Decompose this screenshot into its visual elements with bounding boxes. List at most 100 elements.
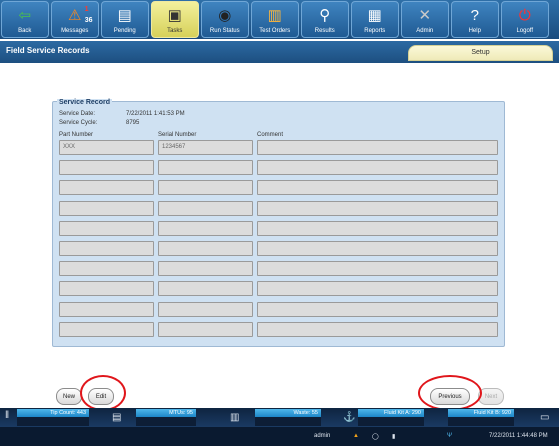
pending-icon: ▤ (117, 6, 132, 24)
toolbar-button-reports[interactable]: ▦ Reports (351, 1, 399, 38)
main-toolbar: ⇦ Back ⚠ Messages 1 36 ▤ Pending ▣ Tasks ◉ Run Stat… (0, 0, 559, 39)
service-date-value: 7/22/2011 1:41:53 PM (126, 111, 185, 117)
toolbar-button-label: Help (468, 28, 481, 34)
toolbar-button-label: Test Orders (259, 28, 291, 34)
clock-datetime: 7/22/2011 1:44:48 PM (489, 433, 548, 439)
comment-cell[interactable] (257, 140, 498, 155)
previous-button[interactable]: Previous (430, 388, 470, 405)
comment-cell[interactable] (257, 180, 498, 196)
app-window: ⇦ Back ⚠ Messages 1 36 ▤ Pending ▣ Tasks ◉ Run Stat… (0, 0, 559, 446)
toolbar-button-tasks[interactable]: ▣ Tasks (151, 1, 199, 38)
service-date-label: Service Date: (59, 111, 96, 117)
part-number-cell[interactable] (59, 321, 154, 337)
fluid-kit-b-gauge: Fluid Kit B: 920 (448, 409, 514, 417)
waste-gauge-base (255, 417, 321, 426)
message-count-badge: 36 (84, 17, 93, 24)
serial-number-cell[interactable] (158, 261, 253, 277)
fluid-kit-a-gauge-base (358, 417, 424, 426)
serial-number-cell[interactable] (158, 200, 253, 216)
power-icon: ⏻ (518, 6, 531, 24)
keyboard-icon[interactable]: ▭ (540, 412, 549, 423)
comment-cell[interactable] (257, 200, 498, 216)
footer-bar: admin ▲ ◯ ▮ Ψ 7/22/2011 1:44:48 PM (0, 427, 559, 446)
toolbar-button-logoff[interactable]: ⏻ Logoff (501, 1, 549, 38)
mtus-gauge: MTUs: 95 (136, 409, 196, 417)
toolbar-button-label: Admin (416, 28, 434, 34)
serial-number-cell[interactable] (158, 180, 253, 196)
toolbar-button-help[interactable]: ? Help (451, 1, 499, 38)
part-number-cell[interactable] (59, 180, 154, 196)
page-title: Field Service Records (6, 46, 90, 55)
part-number-cell[interactable] (59, 200, 154, 216)
serial-number-cell[interactable]: 1234567 (158, 140, 253, 155)
toolbar-button-label: Pending (113, 28, 136, 34)
help-icon: ? (470, 6, 479, 24)
comment-cell[interactable] (257, 301, 498, 317)
new-button[interactable]: New (56, 388, 82, 405)
part-number-cell[interactable] (59, 160, 154, 176)
comment-cell[interactable] (257, 220, 498, 236)
toolbar-button-back[interactable]: ⇦ Back (1, 1, 49, 38)
comment-cell[interactable] (257, 241, 498, 256)
serial-number-cell[interactable] (158, 160, 253, 176)
usb-icon: Ψ (447, 433, 453, 439)
service-record-title: Service Record (57, 99, 112, 106)
username: admin (314, 433, 331, 439)
toolbar-button-label: Reports (364, 28, 386, 34)
fluid-kit-a-gauge: Fluid Kit A: 290 (358, 409, 424, 417)
magnifier-icon: ⚲ (319, 6, 331, 24)
toolbar-button-admin[interactable]: ✕ Admin (401, 1, 449, 38)
column-header-part-number: Part Number (59, 132, 94, 138)
comment-cell[interactable] (257, 160, 498, 176)
trash-icon: ▥ (230, 412, 240, 423)
toolbar-button-label: Back (18, 28, 32, 34)
tab-setup[interactable]: Setup (408, 45, 553, 61)
serial-number-cell[interactable] (158, 281, 253, 297)
toolbar-button-pending[interactable]: ▤ Pending (101, 1, 149, 38)
alert-badge: 1 (84, 6, 89, 13)
column-header-serial-number: Serial Number (158, 132, 197, 138)
toolbar-button-test-orders[interactable]: ▥ Test Orders (251, 1, 299, 38)
back-arrow-icon: ⇦ (18, 6, 32, 24)
clipboard-icon: ▣ (167, 6, 182, 24)
column-header-comment: Comment (257, 132, 284, 138)
toolbar-button-label: Logoff (516, 28, 534, 34)
lock-icon: ◯ (372, 434, 379, 440)
comment-cell[interactable] (257, 281, 498, 297)
serial-number-cell[interactable] (158, 241, 253, 256)
grip-icon: ‖ (5, 410, 10, 421)
part-number-cell[interactable] (59, 301, 154, 317)
tools-icon: ✕ (418, 6, 432, 24)
toolbar-button-run-status[interactable]: ◉ Run Status (201, 1, 249, 38)
comment-cell[interactable] (257, 321, 498, 337)
toolbar-button-results[interactable]: ⚲ Results (301, 1, 349, 38)
serial-number-cell[interactable] (158, 220, 253, 236)
toolbar-button-messages[interactable]: ⚠ Messages 1 36 (51, 1, 99, 38)
tip-count-gauge-base (17, 417, 89, 426)
toolbar-button-label: Messages (61, 28, 89, 34)
part-number-cell[interactable] (59, 241, 154, 256)
toolbar-button-label: Run Status (209, 28, 240, 34)
service-cycle-value: 8795 (126, 120, 140, 126)
toolbar-button-label: Tasks (167, 28, 183, 34)
service-record-panel: Service Record Service Date: 7/22/2011 1… (52, 99, 505, 347)
mtus-gauge-base (136, 417, 196, 426)
next-button[interactable]: Next (478, 388, 504, 405)
serial-number-cell[interactable] (158, 301, 253, 317)
part-number-cell[interactable] (59, 281, 154, 297)
service-cycle-label: Service Cycle: (59, 120, 98, 126)
part-number-cell[interactable]: XXX (59, 140, 154, 155)
fluid-kit-b-gauge-base (448, 417, 514, 426)
test-orders-icon: ▥ (267, 6, 282, 24)
edit-button[interactable]: Edit (88, 388, 114, 405)
alert-light-icon: ▲ (353, 433, 359, 439)
toolbar-button-label: Results (314, 28, 335, 34)
report-icon: ▦ (367, 6, 382, 24)
part-number-cell[interactable] (59, 261, 154, 277)
part-number-cell[interactable] (59, 220, 154, 236)
warning-icon: ⚠ (68, 6, 82, 24)
serial-number-cell[interactable] (158, 321, 253, 337)
status-bar: ‖ Tip Count: 443 ▤ MTUs: 95 ▥ Waste: 55 … (0, 408, 559, 427)
title-bar: Field Service Records Setup (0, 41, 559, 63)
comment-cell[interactable] (257, 261, 498, 277)
